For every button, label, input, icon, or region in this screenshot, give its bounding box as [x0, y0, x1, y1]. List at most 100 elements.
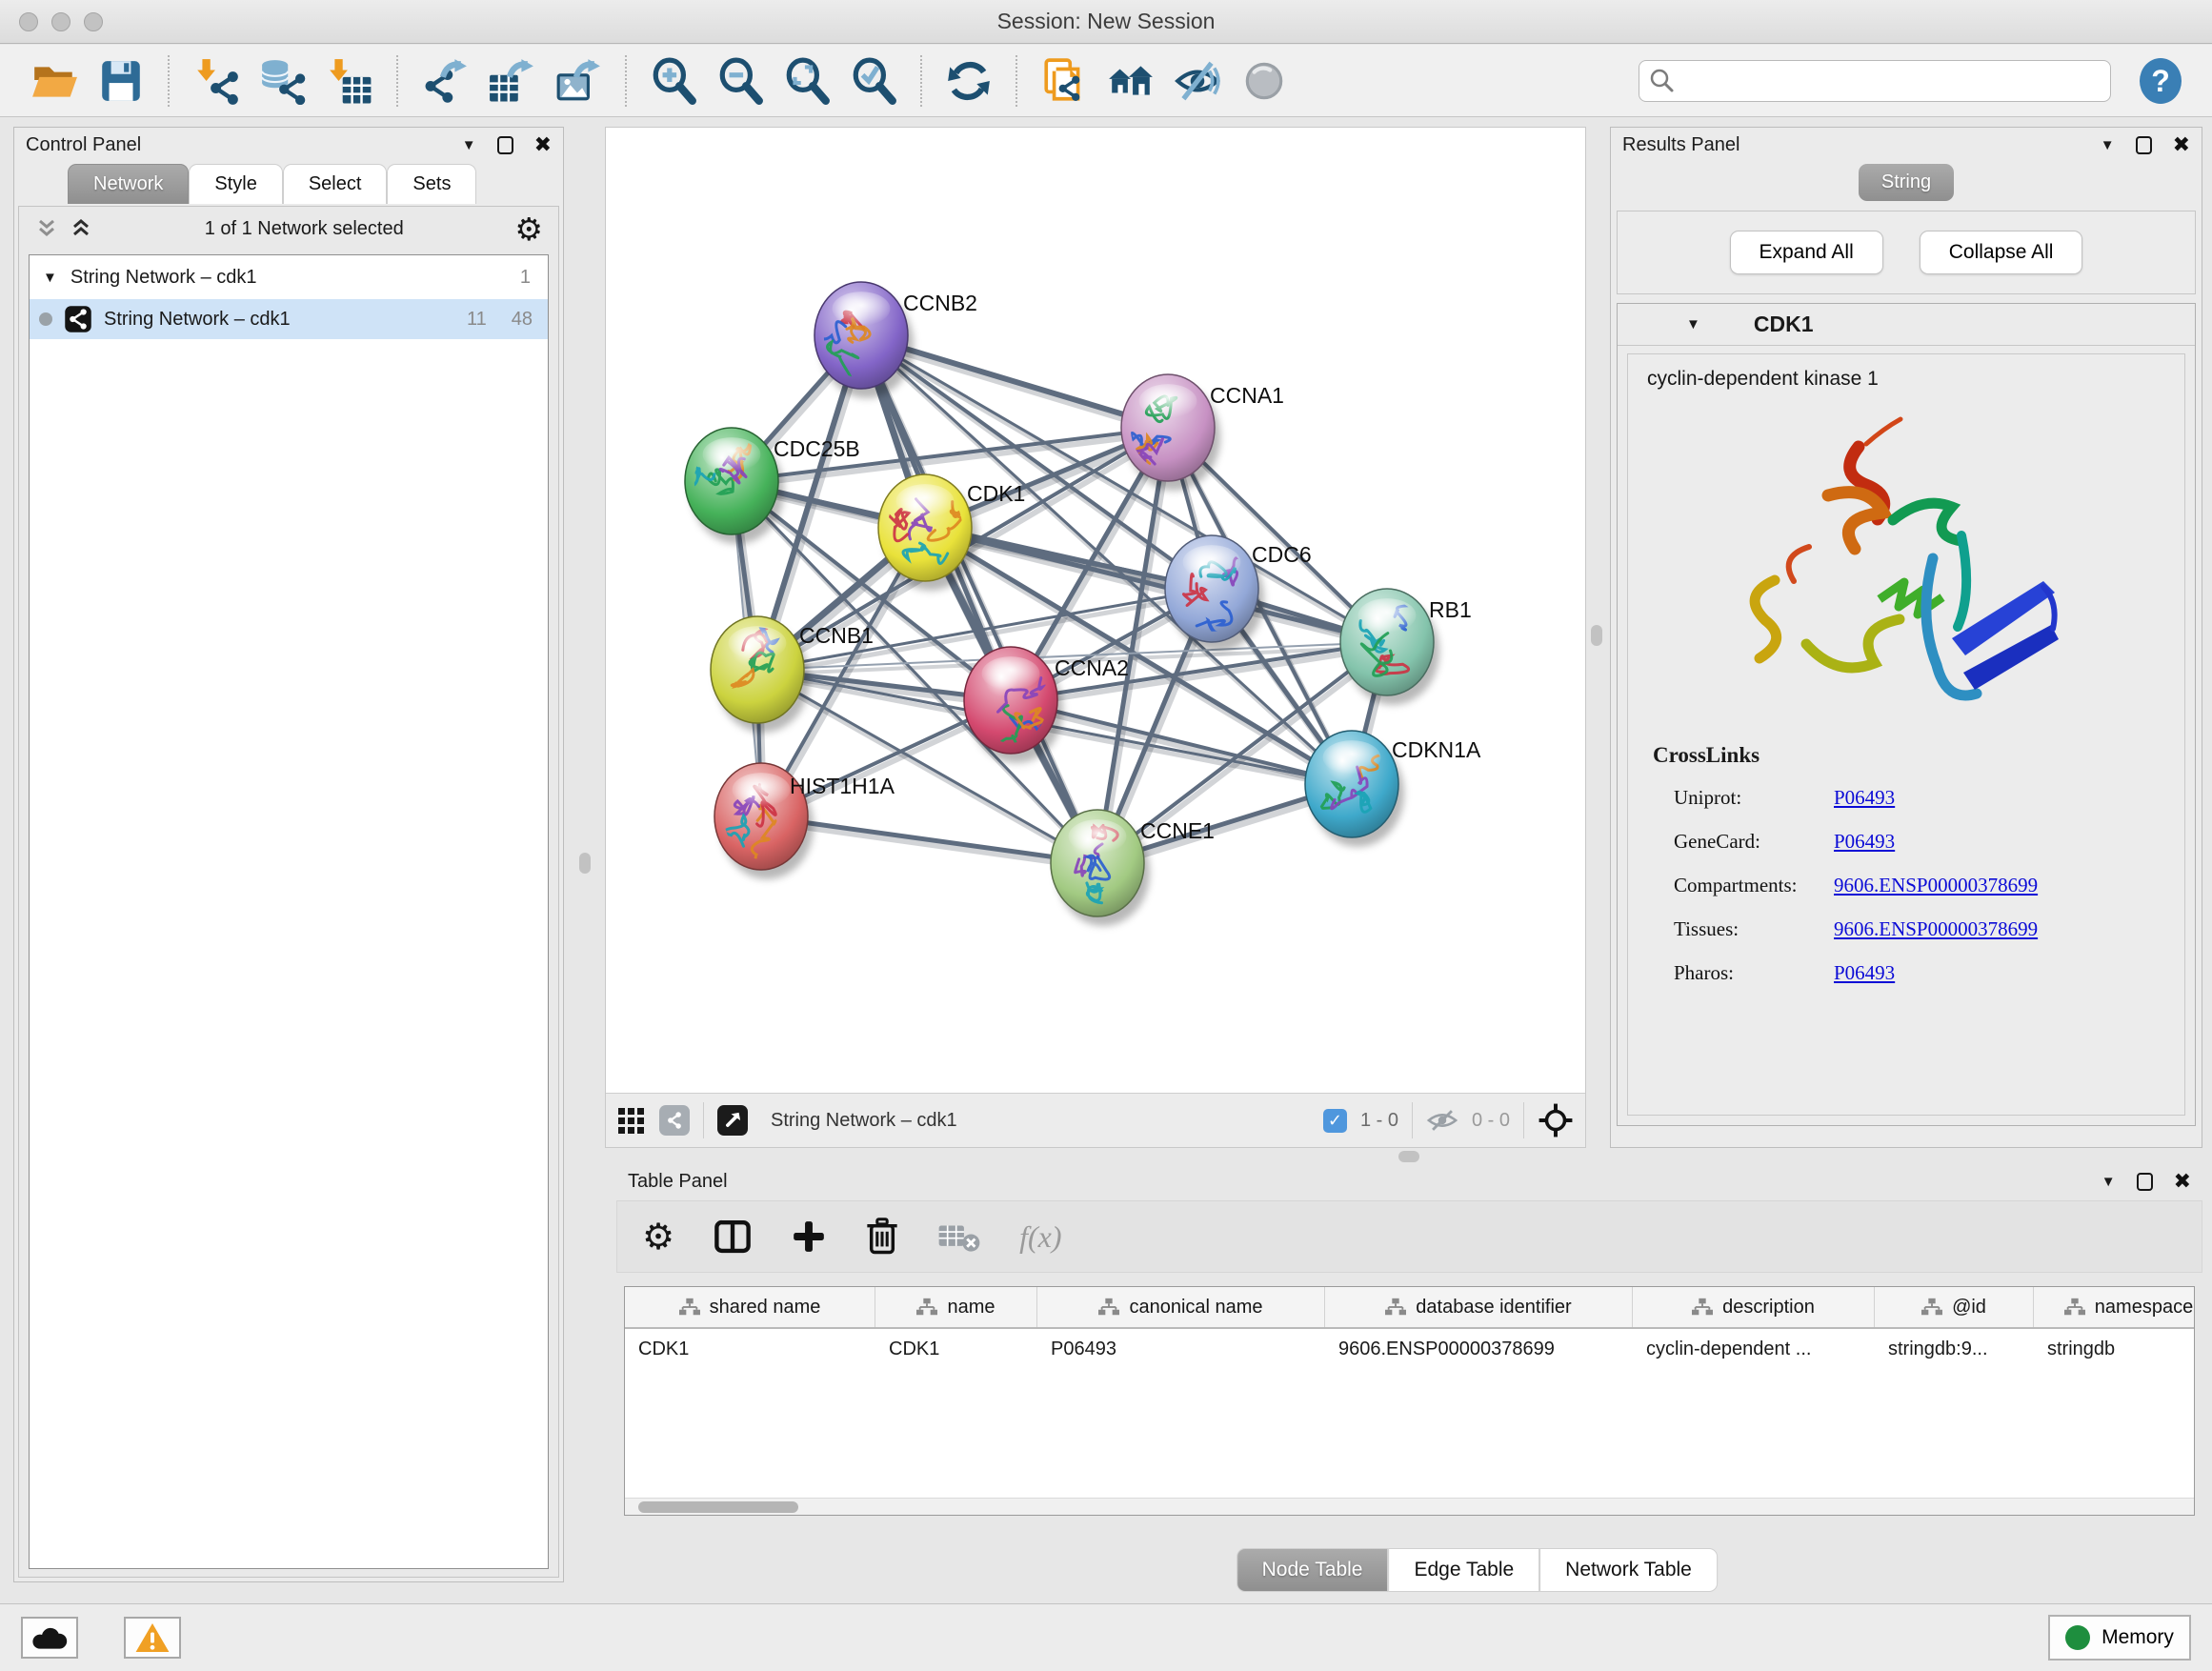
tab-select[interactable]: Select	[283, 164, 388, 204]
hide-glass-icon	[1174, 57, 1221, 105]
export-network-button[interactable]	[412, 51, 478, 111]
panel-float-icon[interactable]	[497, 136, 513, 154]
network-collection-row[interactable]: ▼ String Network – cdk1 1	[30, 255, 548, 299]
search-input[interactable]	[1683, 64, 2101, 98]
network-view-mode-icon[interactable]	[659, 1105, 690, 1136]
table-float-icon[interactable]	[2137, 1173, 2153, 1191]
window-zoom-button[interactable]	[84, 12, 103, 31]
fx-icon: f(x)	[1019, 1219, 1061, 1255]
show-glass-button[interactable]	[1231, 51, 1297, 111]
cloud-status-button[interactable]	[21, 1617, 78, 1659]
zoom-selected-button[interactable]	[840, 51, 907, 111]
network-edge-CCNB2-CCNE1[interactable]	[861, 335, 1097, 863]
network-row-selected[interactable]: String Network – cdk1 11 48	[30, 299, 548, 339]
collapse-all-button[interactable]: Collapse All	[1920, 231, 2083, 274]
collapse-all-chevron-icon[interactable]	[69, 216, 93, 241]
results-menu-icon[interactable]: ▼	[2101, 138, 2115, 152]
network-node-CDKN1A[interactable]: CDKN1A	[1305, 731, 1481, 847]
grid-view-icon[interactable]	[617, 1106, 646, 1135]
results-float-icon[interactable]	[2136, 136, 2152, 154]
column-header-sharedname[interactable]: shared name	[625, 1287, 875, 1327]
table-settings-button[interactable]: ⚙	[642, 1218, 674, 1255]
delete-table-button[interactable]	[937, 1220, 981, 1253]
tab-network[interactable]: Network	[68, 164, 189, 204]
right-splitter-handle[interactable]	[1591, 625, 1602, 646]
tab-sets[interactable]: Sets	[387, 164, 476, 204]
tab-edge-table[interactable]: Edge Table	[1388, 1548, 1539, 1592]
tab-style[interactable]: Style	[189, 164, 282, 204]
panel-close-icon[interactable]: ✖	[534, 134, 552, 155]
crosslink-link[interactable]: 9606.ENSP00000378699	[1834, 874, 2038, 897]
left-splitter-handle[interactable]	[579, 853, 591, 874]
network-node-CCNA1[interactable]: CCNA1	[1121, 374, 1284, 491]
string-home-button[interactable]	[1097, 51, 1164, 111]
table-close-icon[interactable]: ✖	[2174, 1171, 2191, 1192]
table-horizontal-scrollbar[interactable]	[625, 1498, 2194, 1515]
search-field[interactable]	[1639, 60, 2111, 102]
table-menu-icon[interactable]: ▼	[2101, 1175, 2116, 1189]
tab-node-table[interactable]: Node Table	[1237, 1548, 1389, 1592]
memory-button[interactable]: Memory	[2048, 1615, 2191, 1661]
column-header-name[interactable]: name	[875, 1287, 1037, 1327]
zoom-fit-button[interactable]	[774, 51, 840, 111]
function-builder-button[interactable]: f(x)	[1019, 1219, 1061, 1255]
crosslinks-title: CrossLinks	[1653, 743, 2184, 768]
bottom-splitter-handle[interactable]	[1398, 1151, 1419, 1162]
current-network-name: String Network – cdk1	[771, 1110, 957, 1132]
column-header-namespace[interactable]: namespace	[2034, 1287, 2195, 1327]
results-panel-title: Results Panel	[1622, 134, 1739, 156]
attribute-tree-icon	[1098, 1297, 1119, 1318]
window-close-button[interactable]	[19, 12, 38, 31]
gene-header-row[interactable]: ▼ CDK1	[1618, 304, 2195, 346]
network-list: ▼ String Network – cdk1 1 String Network…	[29, 254, 549, 1569]
network-options-gear-icon[interactable]: ⚙	[514, 213, 543, 245]
gene-collapse-icon[interactable]: ▼	[1686, 317, 1700, 332]
network-node-HIST1H1A[interactable]: HIST1H1A	[714, 763, 895, 879]
show-columns-button[interactable]	[713, 1217, 753, 1257]
crosslink-link[interactable]: 9606.ENSP00000378699	[1834, 917, 2038, 941]
clone-network-button[interactable]	[1031, 51, 1097, 111]
warnings-button[interactable]	[124, 1617, 181, 1659]
tab-string[interactable]: String	[1859, 164, 1954, 201]
table-row[interactable]: CDK1CDK1P064939606.ENSP00000378699cyclin…	[625, 1329, 2194, 1369]
network-node-CCNA2[interactable]: CCNA2	[964, 647, 1129, 763]
column-header-databaseidentifier[interactable]: database identifier	[1325, 1287, 1633, 1327]
expand-all-chevron-icon[interactable]	[34, 216, 59, 241]
create-column-button[interactable]	[791, 1218, 827, 1255]
expand-all-button[interactable]: Expand All	[1730, 231, 1883, 274]
help-button[interactable]: ?	[2136, 56, 2185, 106]
window-minimize-button[interactable]	[51, 12, 70, 31]
zoom-out-button[interactable]	[707, 51, 774, 111]
control-panel: Control Panel ▼ ✖ NetworkStyleSelectSets…	[13, 127, 564, 1582]
import-network-file-button[interactable]	[183, 51, 250, 111]
column-header-canonicalname[interactable]: canonical name	[1037, 1287, 1325, 1327]
column-header-id[interactable]: @id	[1875, 1287, 2034, 1327]
import-network-database-button[interactable]	[250, 51, 316, 111]
open-session-button[interactable]	[21, 51, 88, 111]
delete-column-button[interactable]	[865, 1218, 899, 1256]
results-button-box: Expand All Collapse All	[1617, 211, 2196, 294]
hide-glass-button[interactable]	[1164, 51, 1231, 111]
collection-expand-icon[interactable]: ▼	[43, 271, 57, 285]
results-close-icon[interactable]: ✖	[2173, 134, 2190, 155]
apply-layout-button[interactable]	[935, 51, 1002, 111]
network-node-CDC6[interactable]: CDC6	[1165, 535, 1312, 652]
crosslink-link[interactable]: P06493	[1834, 961, 1895, 985]
export-table-button[interactable]	[478, 51, 545, 111]
crosslink-link[interactable]: P06493	[1834, 830, 1895, 854]
export-image-button[interactable]	[545, 51, 612, 111]
selected-items-checkbox-icon[interactable]: ✓	[1323, 1109, 1347, 1133]
network-node-CCNE1[interactable]: CCNE1	[1051, 810, 1215, 926]
fit-selected-crosshair-icon[interactable]	[1538, 1102, 1574, 1138]
import-table-file-button[interactable]	[316, 51, 383, 111]
network-node-RB1[interactable]: RB1	[1340, 584, 1472, 705]
column-header-description[interactable]: description	[1633, 1287, 1875, 1327]
panel-menu-icon[interactable]: ▼	[462, 138, 476, 152]
network-node-CCNB2[interactable]: CCNB2	[811, 282, 977, 398]
tab-network-table[interactable]: Network Table	[1539, 1548, 1718, 1592]
zoom-in-button[interactable]	[640, 51, 707, 111]
save-session-button[interactable]	[88, 51, 154, 111]
network-canvas[interactable]: CCNB2CCNA1CDC25BCDK1CDC6RB1CCNB1CCNA2CDK…	[606, 128, 1585, 1093]
crosslink-link[interactable]: P06493	[1834, 786, 1895, 810]
birds-eye-view-icon[interactable]	[717, 1105, 748, 1136]
